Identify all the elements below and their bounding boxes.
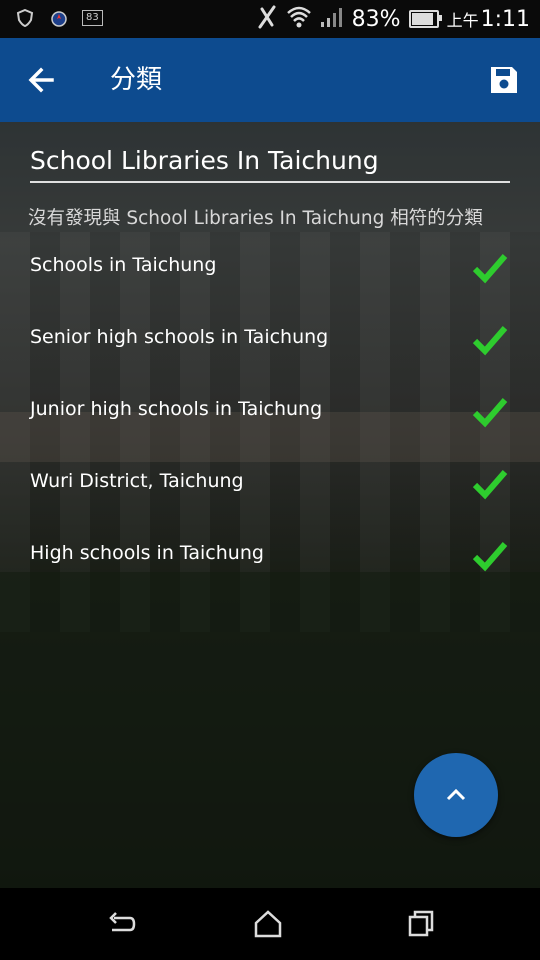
app-notification-icon	[48, 8, 70, 28]
category-list: Schools in Taichung Senior high schools …	[0, 232, 540, 592]
save-icon	[491, 67, 517, 93]
check-icon[interactable]	[472, 396, 508, 428]
check-icon[interactable]	[472, 324, 508, 356]
list-item[interactable]: High schools in Taichung	[0, 520, 540, 592]
chevron-up-icon	[446, 788, 466, 801]
category-label: Schools in Taichung	[30, 254, 217, 276]
search-input[interactable]	[30, 146, 510, 175]
clock: 上午1:11	[447, 7, 530, 32]
save-button[interactable]	[488, 64, 520, 96]
page-title: 分類	[110, 65, 163, 95]
clock-time: 1:11	[480, 6, 530, 32]
navigation-bar	[0, 888, 540, 960]
battery-icon	[408, 10, 442, 28]
app-bar: 分類	[0, 38, 540, 122]
category-search	[30, 146, 510, 183]
nav-recents-button[interactable]	[402, 908, 438, 940]
wifi-icon	[286, 6, 312, 32]
scroll-to-top-button[interactable]	[414, 753, 498, 837]
status-left-icons: 83	[14, 8, 103, 28]
category-label: High schools in Taichung	[30, 542, 264, 564]
nav-home-button[interactable]	[250, 908, 286, 940]
nfc-icon	[256, 5, 278, 33]
check-icon[interactable]	[472, 252, 508, 284]
home-icon	[254, 910, 282, 938]
content-area: 沒有發現與 School Libraries In Taichung 相符的分類…	[0, 122, 540, 888]
category-label: Senior high schools in Taichung	[30, 326, 329, 348]
recents-icon	[408, 910, 434, 937]
check-icon[interactable]	[472, 540, 508, 572]
battery-percent: 83%	[351, 6, 401, 32]
shield-icon	[14, 8, 36, 28]
clock-prefix: 上午	[446, 10, 479, 30]
arrow-left-icon	[28, 67, 54, 93]
nav-back-button[interactable]	[104, 908, 140, 940]
back-button[interactable]	[22, 60, 62, 100]
check-icon[interactable]	[472, 468, 508, 500]
nav-back-icon	[109, 912, 136, 932]
list-item[interactable]: Senior high schools in Taichung	[0, 304, 540, 376]
list-item[interactable]: Junior high schools in Taichung	[0, 376, 540, 448]
list-item[interactable]: Schools in Taichung	[0, 232, 540, 304]
notification-badge: 83	[82, 10, 103, 26]
list-item[interactable]: Wuri District, Taichung	[0, 448, 540, 520]
no-match-message: 沒有發現與 School Libraries In Taichung 相符的分類	[28, 208, 483, 229]
category-label: Junior high schools in Taichung	[30, 398, 323, 420]
status-right: 83% 上午1:11	[256, 4, 530, 34]
category-label: Wuri District, Taichung	[30, 470, 244, 492]
signal-icon	[320, 6, 344, 32]
status-bar: 83 83% 上午1:11	[0, 0, 540, 38]
